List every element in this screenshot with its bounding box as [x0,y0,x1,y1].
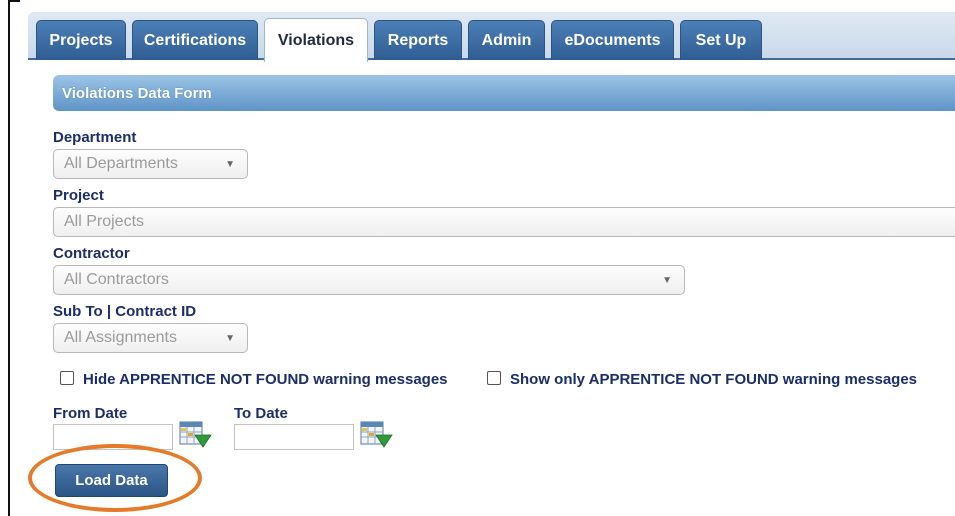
tab-reports[interactable]: Reports [374,20,462,60]
chevron-down-icon: ▼ [225,333,235,344]
tab-edocuments[interactable]: eDocuments [551,20,674,60]
department-select-value: All Departments [64,155,178,172]
contractor-select[interactable]: All Contractors ▼ [53,265,685,295]
tab-admin[interactable]: Admin [468,20,545,60]
show-only-apprentice-checkbox[interactable] [487,371,501,385]
tab-violations[interactable]: Violations [264,18,368,62]
contractor-select-value: All Contractors [64,271,169,288]
form-title: Violations Data Form [62,84,212,102]
department-label: Department [53,129,137,146]
calendar-icon[interactable] [178,420,212,450]
subto-select-value: All Assignments [64,329,177,346]
section-header: Violations Data Form [53,75,955,111]
contractor-label: Contractor [53,245,130,262]
subto-select[interactable]: All Assignments ▼ [53,323,248,353]
chevron-down-icon: ▼ [662,275,672,286]
tab-bar: Projects Certifications Violations Repor… [28,12,955,62]
subto-label: Sub To | Contract ID [53,303,197,320]
from-date-label: From Date [53,405,128,422]
tab-certifications[interactable]: Certifications [132,20,258,60]
tab-setup[interactable]: Set Up [680,20,762,60]
frame-border-top [8,0,20,2]
department-select[interactable]: All Departments ▼ [53,149,248,179]
to-date-input[interactable] [234,424,354,450]
hide-apprentice-checkbox[interactable] [60,371,74,385]
project-label: Project [53,187,104,204]
to-date-label: To Date [234,405,288,422]
project-select-value: All Projects [64,213,145,230]
project-select[interactable]: All Projects [53,207,955,237]
from-date-input[interactable] [53,424,173,450]
chevron-down-icon: ▼ [225,159,235,170]
hide-apprentice-label: Hide APPRENTICE NOT FOUND warning messag… [83,371,448,388]
frame-border [8,0,10,516]
show-only-apprentice-label: Show only APPRENTICE NOT FOUND warning m… [510,371,918,388]
tab-projects[interactable]: Projects [36,20,126,60]
load-data-button[interactable]: Load Data [55,464,168,497]
calendar-icon[interactable] [359,420,393,450]
